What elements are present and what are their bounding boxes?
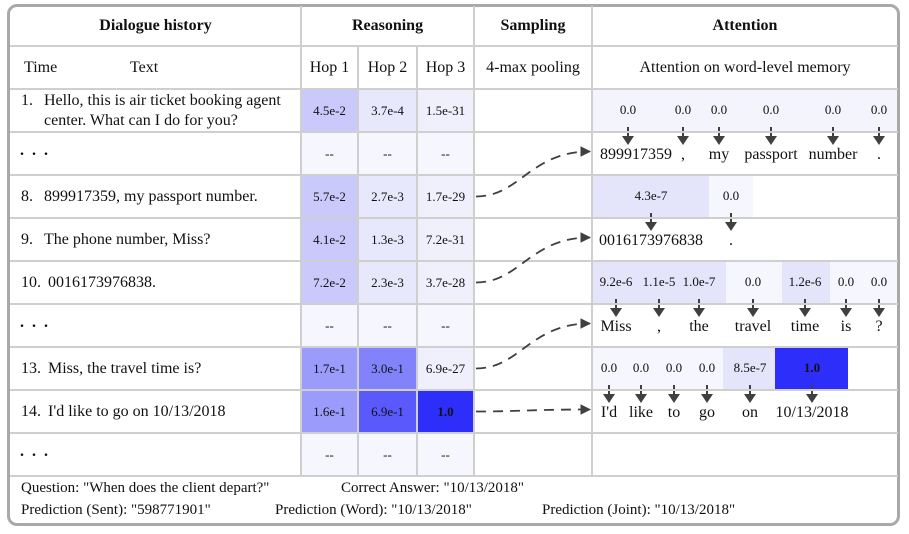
dashed-link-arrow [475, 404, 592, 415]
dashed-link-arrow [475, 232, 592, 284]
dashed-link-arrow [475, 318, 592, 370]
footer-prediction-sent: Prediction (Sent): "598771901" [21, 502, 211, 518]
footer-question: Question: "When does the client depart?" [21, 480, 270, 496]
dashed-link-arrow [475, 146, 592, 198]
footer-correct-answer: Correct Answer: "10/13/2018" [341, 480, 525, 496]
footer-prediction-word: Prediction (Word): "10/13/2018" [275, 502, 472, 518]
dashed-link-layer [475, 146, 592, 415]
footer-prediction-joint: Prediction (Joint): "10/13/2018" [542, 502, 736, 518]
